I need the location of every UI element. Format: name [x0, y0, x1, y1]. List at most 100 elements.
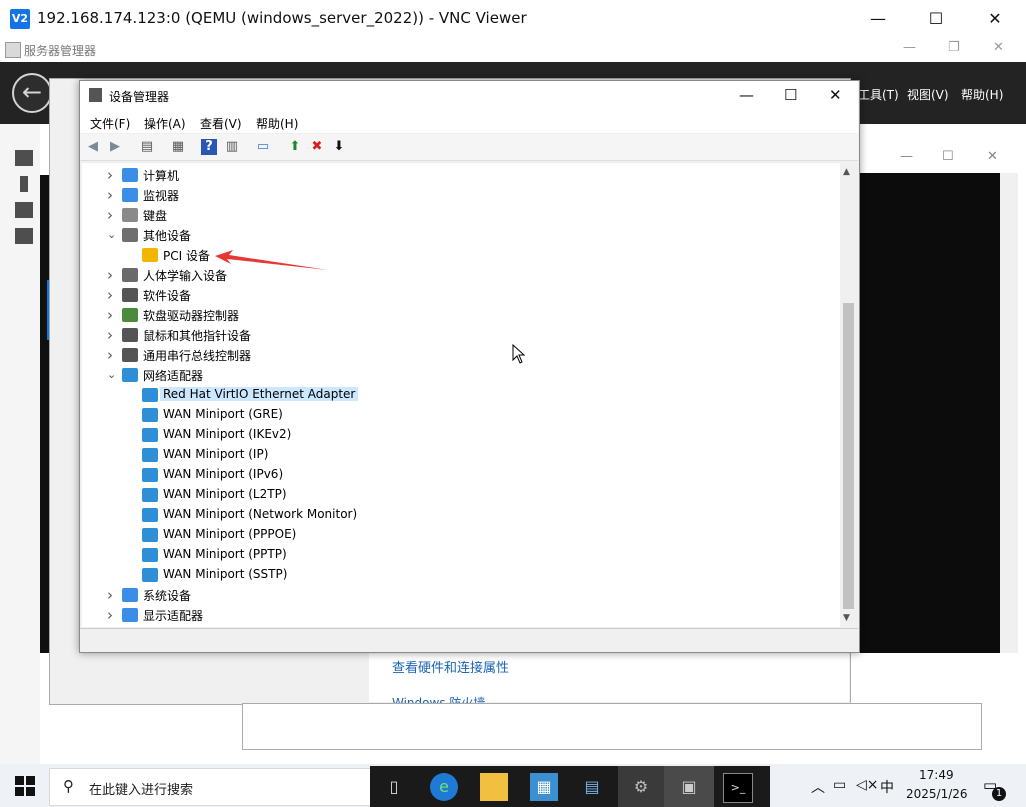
vnc-close-button[interactable]: ✕: [972, 6, 1018, 32]
network-adapter-icon: [142, 528, 158, 542]
menu-help-dm[interactable]: 帮助(H): [256, 115, 298, 132]
tree-device[interactable]: WAN Miniport (GRE): [82, 405, 840, 425]
dashboard-icon[interactable]: [15, 150, 33, 166]
tree-device[interactable]: WAN Miniport (L2TP): [82, 485, 840, 505]
tree-item-label: WAN Miniport (PPPOE): [163, 527, 297, 541]
floppy-controller-icon: [122, 308, 138, 322]
scan-hardware-icon[interactable]: ▭: [255, 139, 271, 155]
expand-chevron-icon[interactable]: ›: [107, 605, 119, 625]
network-adapter-icon: [142, 428, 158, 442]
tree-category[interactable]: › 鼠标和其他指针设备: [82, 325, 840, 345]
menu-tools[interactable]: 工具(T): [858, 86, 899, 103]
edge-icon[interactable]: e: [430, 773, 458, 801]
tree-category[interactable]: › 计算机: [82, 165, 840, 185]
tree-category[interactable]: › 系统设备: [82, 585, 840, 605]
tree-device[interactable]: WAN Miniport (PPTP): [82, 545, 840, 565]
menu-view-dm[interactable]: 查看(V): [200, 115, 242, 132]
expand-chevron-icon[interactable]: ›: [107, 265, 119, 285]
expand-chevron-icon[interactable]: ›: [107, 165, 119, 185]
collapse-chevron-icon[interactable]: ⌄: [107, 225, 119, 245]
windows-start-icon[interactable]: [14, 775, 36, 797]
disable-device-icon[interactable]: ⬇: [331, 139, 347, 155]
server-manager-taskbar-icon[interactable]: ▦: [530, 773, 558, 801]
tree-category[interactable]: ⌄ 其他设备: [82, 225, 840, 245]
menu-action[interactable]: 操作(A): [144, 115, 186, 132]
tree-category[interactable]: › 通用串行总线控制器: [82, 345, 840, 365]
collapse-chevron-icon[interactable]: ⌄: [107, 365, 119, 385]
device-manager-toolbar: [80, 134, 858, 161]
device-manager-menubar: [80, 111, 858, 133]
network-tray-icon[interactable]: ▭: [833, 777, 846, 793]
tree-category[interactable]: › 软件设备: [82, 285, 840, 305]
network-adapter-icon: [142, 568, 158, 582]
tree-device[interactable]: WAN Miniport (Network Monitor): [82, 505, 840, 525]
device-manager-taskbar-icon[interactable]: ▣: [675, 773, 703, 801]
console-output: [858, 173, 1000, 653]
view-icon[interactable]: ▥: [224, 139, 240, 155]
file-services-icon[interactable]: [15, 228, 33, 244]
update-driver-icon[interactable]: ⬆: [287, 139, 303, 155]
clock-time[interactable]: 17:49: [919, 768, 954, 782]
tree-category[interactable]: › 键盘: [82, 205, 840, 225]
expand-chevron-icon[interactable]: ›: [107, 585, 119, 605]
volume-muted-icon[interactable]: ◁×: [856, 777, 879, 793]
admin-tools-icon[interactable]: ▤: [578, 773, 606, 801]
task-view-icon[interactable]: ▯: [380, 773, 408, 801]
scroll-up-icon[interactable]: ▲: [843, 167, 850, 177]
hardware-properties-link[interactable]: 查看硬件和连接属性: [392, 657, 509, 676]
sm-maximize-button[interactable]: ❐: [948, 40, 960, 55]
file-explorer-icon[interactable]: [480, 773, 508, 801]
menu-help[interactable]: 帮助(H): [961, 86, 1003, 103]
tree-category[interactable]: › 软盘驱动器控制器: [82, 305, 840, 325]
tree-category[interactable]: › 显示适配器: [82, 605, 840, 625]
local-server-icon[interactable]: [20, 176, 28, 192]
vnc-maximize-button[interactable]: ☐: [913, 6, 959, 32]
menu-file[interactable]: 文件(F): [90, 115, 130, 132]
uninstall-icon[interactable]: ✖: [309, 139, 325, 155]
tree-device[interactable]: WAN Miniport (SSTP): [82, 565, 840, 585]
sm-minimize-button[interactable]: —: [903, 40, 916, 55]
forward-icon[interactable]: ▶: [107, 139, 123, 155]
tree-device[interactable]: Red Hat VirtIO Ethernet Adapter: [82, 385, 840, 405]
expand-chevron-icon[interactable]: ›: [107, 345, 119, 365]
console-minimize-button[interactable]: —: [900, 149, 913, 164]
expand-chevron-icon[interactable]: ›: [107, 285, 119, 305]
tree-device[interactable]: WAN Miniport (IP): [82, 445, 840, 465]
dm-minimize-button[interactable]: —: [739, 86, 754, 104]
back-icon[interactable]: ◀: [85, 139, 101, 155]
vnc-minimize-button[interactable]: —: [855, 6, 901, 32]
scrollbar-thumb[interactable]: [843, 303, 854, 609]
console-maximize-button[interactable]: ☐: [942, 149, 954, 164]
menu-view[interactable]: 视图(V): [907, 86, 949, 103]
tree-category[interactable]: › 人体学输入设备: [82, 265, 840, 285]
display-adapter-icon: [122, 608, 138, 622]
tree-device[interactable]: PCI 设备: [82, 245, 840, 265]
show-hide-console-tree-icon[interactable]: ▤: [139, 139, 155, 155]
tree-category[interactable]: › 监视器: [82, 185, 840, 205]
clock-date[interactable]: 2025/1/26: [906, 787, 968, 801]
tree-device[interactable]: WAN Miniport (PPPOE): [82, 525, 840, 545]
expand-chevron-icon[interactable]: ›: [107, 305, 119, 325]
expand-chevron-icon[interactable]: ›: [107, 205, 119, 225]
tree-device[interactable]: WAN Miniport (IKEv2): [82, 425, 840, 445]
scroll-down-icon[interactable]: ▼: [843, 613, 850, 623]
tree-device[interactable]: WAN Miniport (IPv6): [82, 465, 840, 485]
tray-overflow-icon[interactable]: ︿: [811, 777, 825, 797]
properties-icon[interactable]: ▦: [170, 139, 186, 155]
dm-close-button[interactable]: ✕: [829, 86, 842, 104]
help-icon[interactable]: ?: [201, 139, 217, 155]
expand-chevron-icon[interactable]: ›: [107, 185, 119, 205]
warning-device-icon: [142, 248, 158, 262]
command-prompt-icon[interactable]: >_: [723, 773, 753, 803]
expand-chevron-icon[interactable]: ›: [107, 325, 119, 345]
all-servers-icon[interactable]: [15, 202, 33, 218]
console-scrollbar[interactable]: [1000, 173, 1018, 653]
dm-maximize-button[interactable]: ☐: [784, 86, 797, 104]
tree-category[interactable]: ⌄ 网络适配器: [82, 365, 840, 385]
console-close-button[interactable]: ✕: [987, 149, 998, 164]
tasks-box: [242, 703, 982, 750]
ime-indicator[interactable]: 中: [880, 777, 894, 797]
back-arrow-icon[interactable]: ←: [12, 73, 52, 113]
settings-gear-icon[interactable]: ⚙: [627, 773, 655, 801]
sm-close-button[interactable]: ✕: [993, 40, 1004, 55]
